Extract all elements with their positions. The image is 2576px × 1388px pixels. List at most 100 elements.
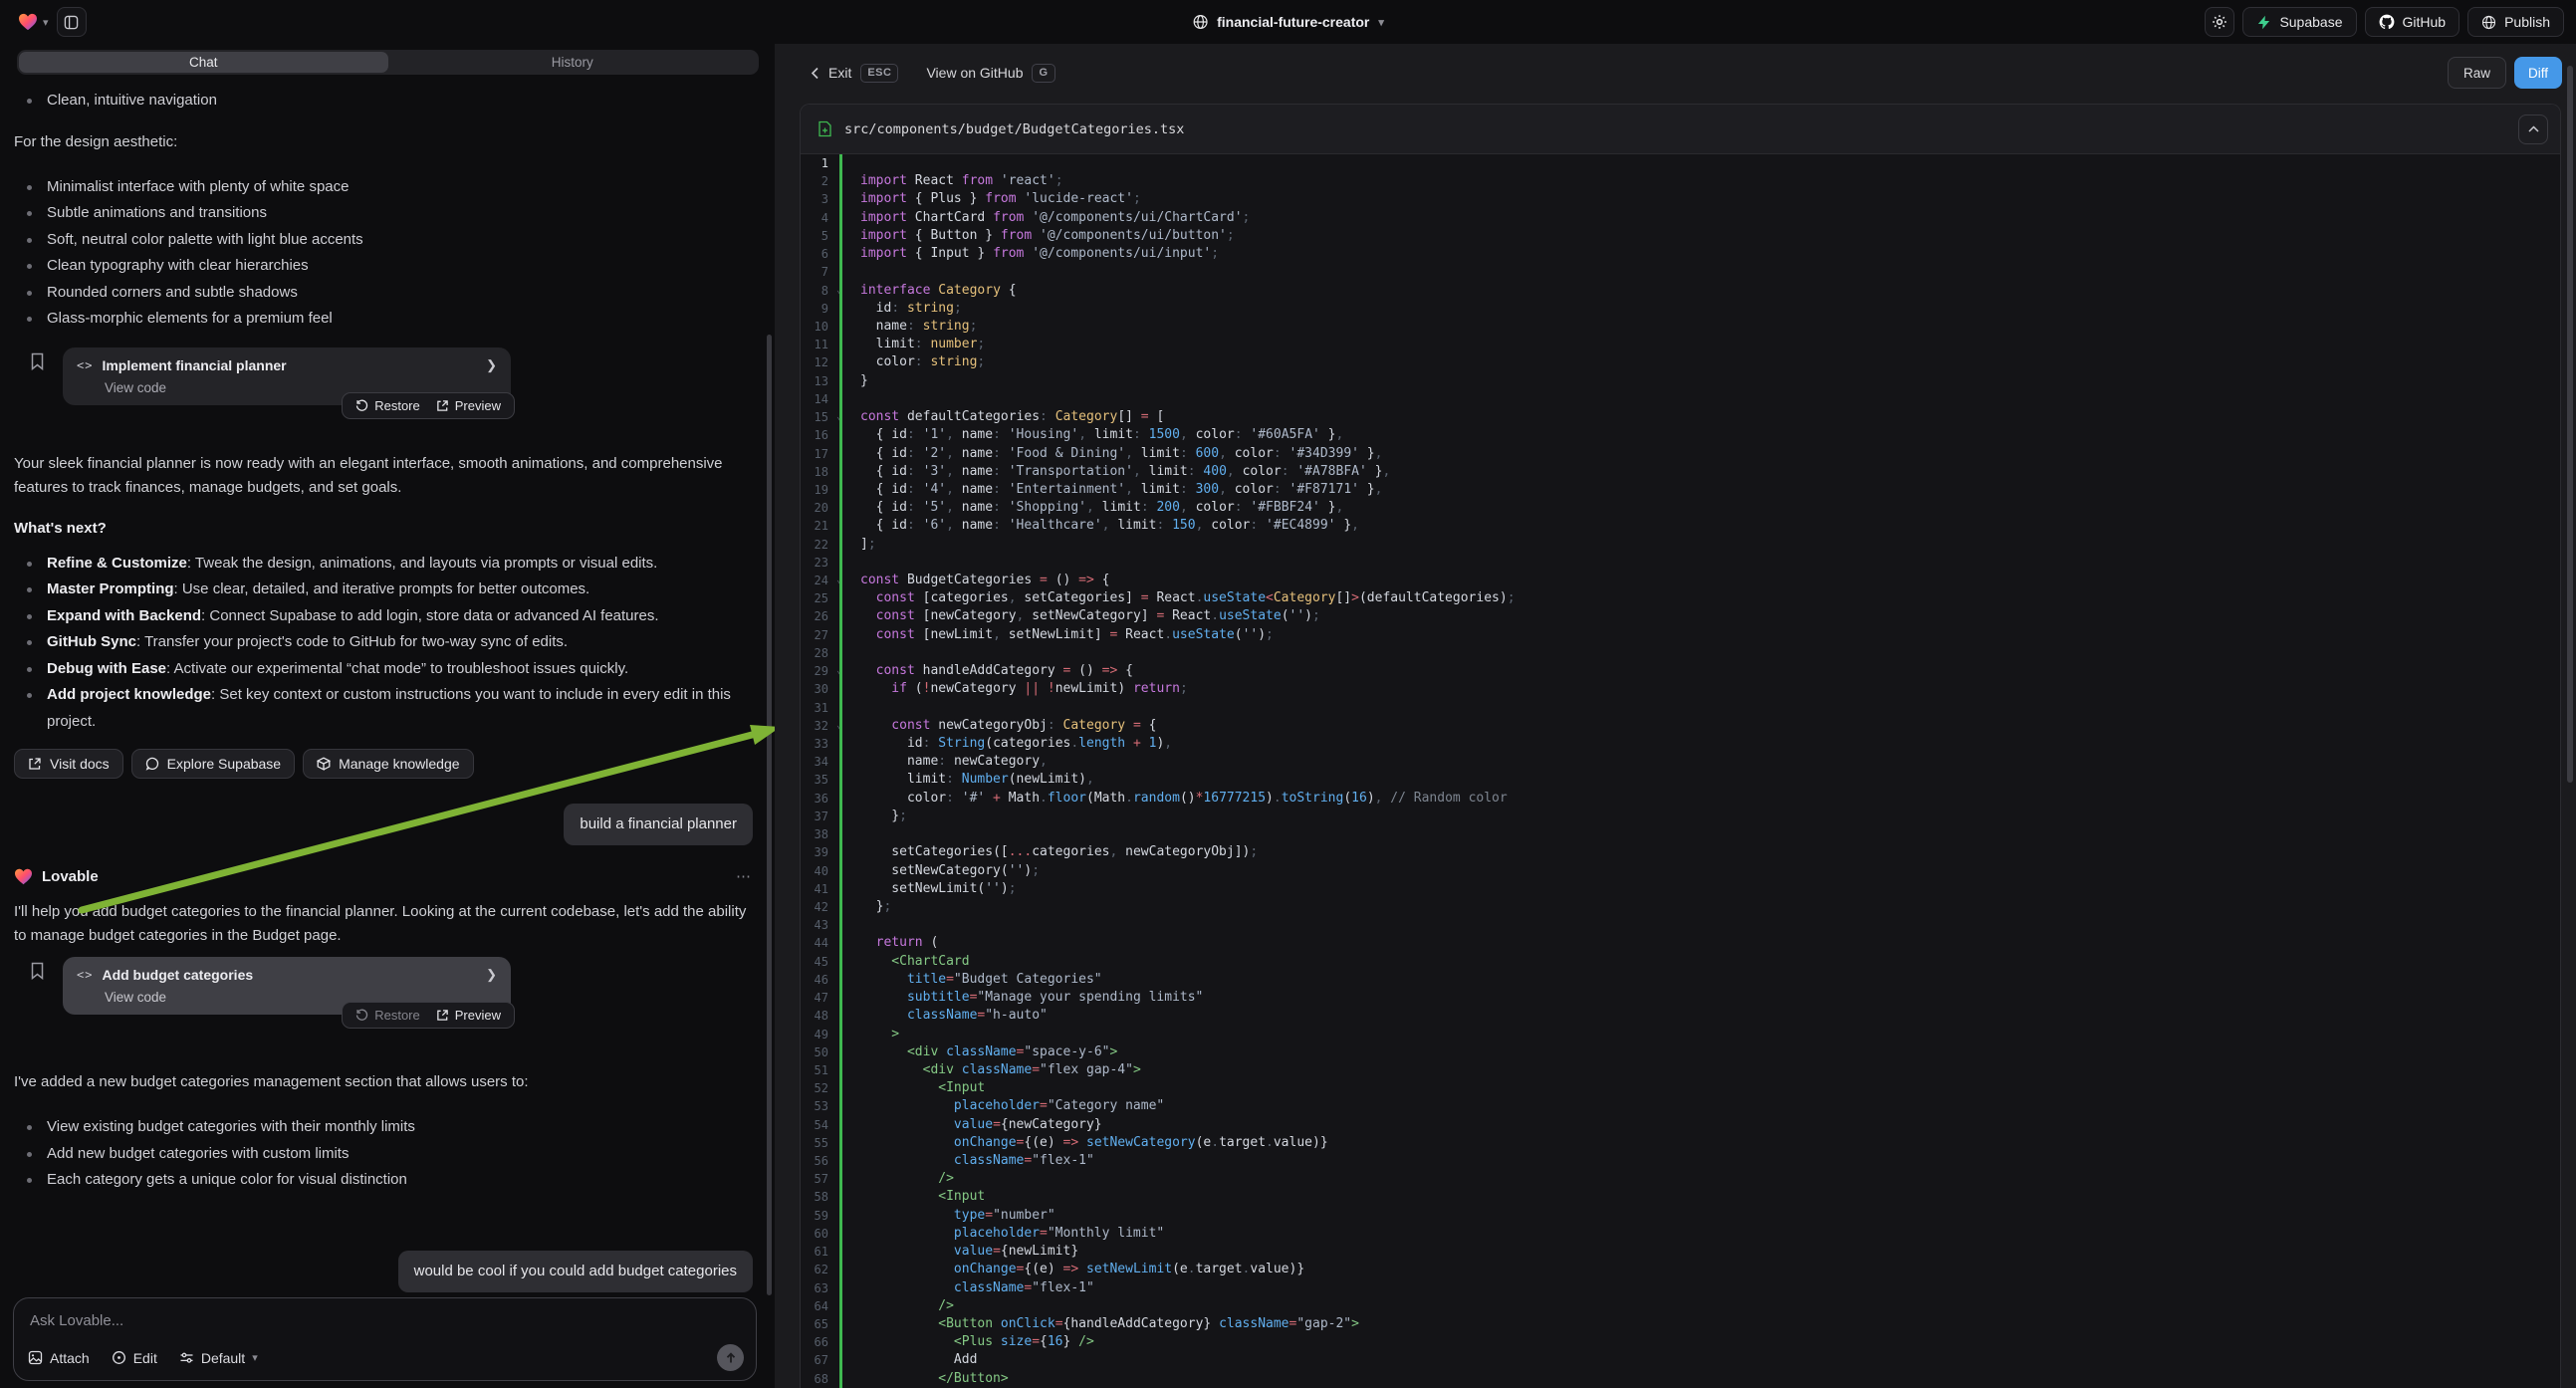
restore-icon: [355, 399, 368, 412]
github-button[interactable]: GitHub: [2365, 7, 2460, 37]
code-line: 21 { id: '6', name: 'Healthcare', limit:…: [801, 517, 2560, 535]
publish-globe-icon: [2481, 15, 2496, 30]
code-line: 25 const [categories, setCategories] = R…: [801, 589, 2560, 607]
external-link-icon: [436, 1009, 449, 1022]
bookmark-icon[interactable]: [30, 352, 45, 370]
chat-scrollbar[interactable]: [767, 335, 772, 1295]
list-item: Clean, intuitive navigation: [14, 88, 753, 115]
settings-button[interactable]: [2205, 7, 2234, 37]
diff-toggle-button[interactable]: Diff: [2514, 57, 2562, 89]
github-icon: [2379, 14, 2395, 30]
list-item: Each category gets a unique color for vi…: [14, 1167, 753, 1194]
code-scrollbar[interactable]: [2567, 66, 2573, 783]
code-line: 31: [801, 699, 2560, 717]
code-line: 41 setNewLimit('');: [801, 880, 2560, 898]
edit-mode-button[interactable]: Edit: [112, 1350, 157, 1366]
assistant-paragraph: Your sleek financial planner is now read…: [14, 452, 753, 500]
list-item: Debug with Ease: Activate our experiment…: [14, 656, 753, 683]
code-line: 9 id: string;: [801, 300, 2560, 318]
diff-added-gutter: [839, 154, 842, 1388]
list-item: Master Prompting: Use clear, detailed, a…: [14, 577, 753, 603]
g-kbd: G: [1032, 64, 1054, 83]
code-line: 58 <Input: [801, 1188, 2560, 1206]
design-heading: For the design aesthetic:: [14, 130, 753, 154]
sidebar-toggle-button[interactable]: [57, 7, 87, 37]
supabase-icon: [2256, 15, 2271, 30]
chat-panel: Chat History Clean, intuitive navigation…: [0, 44, 775, 1388]
publish-button[interactable]: Publish: [2467, 7, 2564, 37]
list-item: Soft, neutral color palette with light b…: [14, 227, 753, 254]
model-selector[interactable]: Default ▾: [179, 1350, 258, 1366]
chat-message-list: Clean, intuitive navigation For the desi…: [0, 82, 775, 1388]
code-line: 2import React from 'react';: [801, 172, 2560, 190]
code-line: 13}: [801, 372, 2560, 390]
code-line: 44 return (: [801, 934, 2560, 952]
code-line: 29⌄ const handleAddCategory = () => {: [801, 662, 2560, 680]
tab-chat[interactable]: Chat: [19, 52, 388, 73]
logo-chevron-down-icon: ▾: [43, 16, 49, 29]
code-line: 47 subtitle="Manage your spending limits…: [801, 989, 2560, 1007]
code-panel-header: Exit ESC View on GitHub G Raw Diff: [775, 44, 2576, 102]
code-line: 7: [801, 263, 2560, 281]
assistant-name: Lovable: [42, 868, 99, 885]
code-line: 35 limit: Number(newLimit),: [801, 771, 2560, 789]
code-line: 18 { id: '3', name: 'Transportation', li…: [801, 463, 2560, 481]
bookmark-icon[interactable]: [30, 962, 45, 980]
code-line: 27 const [newLimit, setNewLimit] = React…: [801, 626, 2560, 644]
sliders-icon: [179, 1350, 194, 1365]
list-item: GitHub Sync: Transfer your project's cod…: [14, 629, 753, 656]
code-line: 65 <Button onClick={handleAddCategory} c…: [801, 1315, 2560, 1333]
preview-button[interactable]: Preview: [436, 398, 501, 413]
version-card-add-budget-categories[interactable]: <> Add budget categories ❯ View code Res…: [63, 957, 511, 1015]
list-item: Clean typography with clear hierarchies: [14, 253, 753, 280]
gear-icon: [2212, 14, 2227, 30]
code-line: 50 <div className="space-y-6">: [801, 1043, 2560, 1061]
explore-supabase-button[interactable]: Explore Supabase: [131, 749, 295, 779]
view-on-github-button[interactable]: View on GitHub G: [926, 64, 1054, 83]
chevron-up-icon: [2528, 125, 2539, 132]
preview-button[interactable]: Preview: [436, 1008, 501, 1023]
code-line: 17 { id: '2', name: 'Food & Dining', lim…: [801, 445, 2560, 463]
code-line: 19 { id: '4', name: 'Entertainment', lim…: [801, 481, 2560, 499]
version-card-implement-financial-planner[interactable]: <> Implement financial planner ❯ View co…: [63, 347, 511, 405]
attach-button[interactable]: Attach: [28, 1350, 90, 1366]
code-line: 56 className="flex-1": [801, 1152, 2560, 1170]
code-line: 49 >: [801, 1026, 2560, 1043]
restore-button[interactable]: Restore: [355, 1008, 420, 1023]
knowledge-box-icon: [317, 757, 331, 771]
code-line: 34 name: newCategory,: [801, 753, 2560, 771]
project-switcher[interactable]: financial-future-creator ▾: [1192, 14, 1384, 30]
exit-button[interactable]: Exit ESC: [811, 64, 898, 83]
list-item: View existing budget categories with the…: [14, 1114, 753, 1141]
file-header[interactable]: src/components/budget/BudgetCategories.t…: [801, 105, 2560, 154]
globe-icon: [1192, 14, 1208, 30]
external-link-icon: [436, 399, 449, 412]
raw-toggle-button[interactable]: Raw: [2448, 57, 2506, 89]
supabase-button[interactable]: Supabase: [2242, 7, 2356, 37]
manage-knowledge-button[interactable]: Manage knowledge: [303, 749, 473, 779]
code-editor[interactable]: 12import React from 'react';3import { Pl…: [801, 154, 2560, 1388]
code-line: 62 onChange={(e) => setNewLimit(e.target…: [801, 1261, 2560, 1278]
lovable-logo-icon[interactable]: ▾: [18, 13, 49, 31]
chat-input-box[interactable]: Ask Lovable... Attach Edit: [13, 1297, 757, 1381]
chevron-right-icon[interactable]: ❯: [486, 357, 497, 373]
visit-docs-button[interactable]: Visit docs: [14, 749, 123, 779]
topbar: ▾ financial-future-creator ▾: [0, 0, 2576, 44]
message-menu-icon[interactable]: ⋯: [736, 867, 753, 885]
user-message: build a financial planner: [564, 804, 753, 845]
restore-button[interactable]: Restore: [355, 398, 420, 413]
user-message: would be cool if you could add budget ca…: [398, 1251, 753, 1292]
tab-history[interactable]: History: [388, 52, 758, 73]
code-line: 53 placeholder="Category name": [801, 1097, 2560, 1115]
code-line: 20 { id: '5', name: 'Shopping', limit: 2…: [801, 499, 2560, 517]
chevron-right-icon[interactable]: ❯: [486, 967, 497, 983]
code-line: 10 name: string;: [801, 318, 2560, 336]
collapse-file-button[interactable]: [2518, 115, 2548, 144]
code-line: 40 setNewCategory('');: [801, 862, 2560, 880]
code-line: 28: [801, 644, 2560, 662]
code-line: 39 setCategories([...categories, newCate…: [801, 843, 2560, 861]
code-line: 42 };: [801, 898, 2560, 916]
version-card-title: Implement financial planner: [102, 357, 286, 373]
send-button[interactable]: [717, 1344, 744, 1371]
chevron-down-icon: ▾: [252, 1351, 258, 1364]
